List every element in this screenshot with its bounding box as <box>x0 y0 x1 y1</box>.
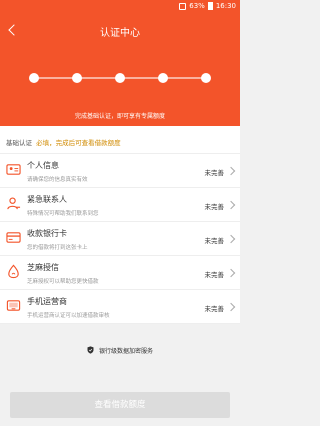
sesame-credit-icon <box>8 264 19 279</box>
progress-step <box>72 73 82 83</box>
page-title: 认证中心 <box>100 28 140 39</box>
clock: 16:30 <box>215 2 236 10</box>
chevron-right-icon <box>228 166 234 176</box>
shield-icon <box>87 346 94 354</box>
status-bar: 63% 16:30 <box>0 0 240 14</box>
item-name: 个人信息 <box>27 161 59 170</box>
header: 认证中心 完成基础认证，即可享有专属额度 <box>0 14 240 126</box>
progress-step <box>201 73 211 83</box>
bank-card-icon <box>6 232 21 243</box>
section-requirement: 必填，完成后可查看借款额度 <box>36 139 121 147</box>
item-desc: 芝麻授权可以帮助您更快借款 <box>27 279 99 285</box>
item-name: 芝麻授信 <box>27 263 59 272</box>
item-desc: 特殊情况可帮助我们联系到您 <box>27 211 99 217</box>
mobile-carrier-icon <box>6 300 21 311</box>
battery-percent: 63% <box>189 2 205 10</box>
progress-step <box>115 73 125 83</box>
battery-icon <box>207 2 213 10</box>
list-item-mobile-carrier[interactable]: 手机运营商 手机运营商认证可以加速借款审核 未完善 <box>0 290 240 324</box>
item-status: 未完善 <box>204 271 225 279</box>
status-bar-right: 63% 16:30 <box>179 2 236 10</box>
item-desc: 手机运营商认证可以加速借款审核 <box>27 313 110 319</box>
item-name: 手机运营商 <box>27 297 67 306</box>
list-item-emergency-contact[interactable]: 紧急联系人 特殊情况可帮助我们联系到您 未完善 <box>0 188 240 222</box>
progress-hint: 完成基础认证，即可享有专属额度 <box>74 113 165 120</box>
item-name: 紧急联系人 <box>27 195 67 204</box>
check-loan-limit-button[interactable]: 查看借款额度 <box>10 392 230 418</box>
list-item-personal-info[interactable]: 个人信息 请确保您的信息真实有效 未完善 <box>0 154 240 188</box>
list-item-sesame-credit[interactable]: 芝麻授信 芝麻授权可以帮助您更快借款 未完善 <box>0 256 240 290</box>
item-status: 未完善 <box>204 237 225 245</box>
section-header: 基础认证 必填，完成后可查看借款额度 <box>0 126 240 154</box>
section-label: 基础认证 <box>6 139 32 147</box>
item-status: 未完善 <box>204 305 225 313</box>
chevron-right-icon <box>228 234 234 244</box>
signal-icon <box>179 2 187 10</box>
id-card-icon <box>6 164 21 175</box>
security-text: 银行级数据加密服务 <box>98 348 153 355</box>
item-desc: 您的借款将打到这张卡上 <box>27 245 88 251</box>
chevron-right-icon <box>228 302 234 312</box>
item-status: 未完善 <box>204 169 225 177</box>
progress-step <box>158 73 168 83</box>
item-desc: 请确保您的信息真实有效 <box>27 177 88 183</box>
list-item-bank-card[interactable]: 收款银行卡 您的借款将打到这张卡上 未完善 <box>0 222 240 256</box>
chevron-right-icon <box>228 200 234 210</box>
item-name: 收款银行卡 <box>27 229 67 238</box>
progress-step <box>29 73 39 83</box>
contact-person-icon <box>7 197 21 210</box>
security-note: 银行级数据加密服务 <box>0 346 240 355</box>
chevron-right-icon <box>228 268 234 278</box>
item-status: 未完善 <box>204 203 225 211</box>
verification-list: 个人信息 请确保您的信息真实有效 未完善 紧急联系人 特殊情况可帮助我们联系到您… <box>0 154 240 324</box>
